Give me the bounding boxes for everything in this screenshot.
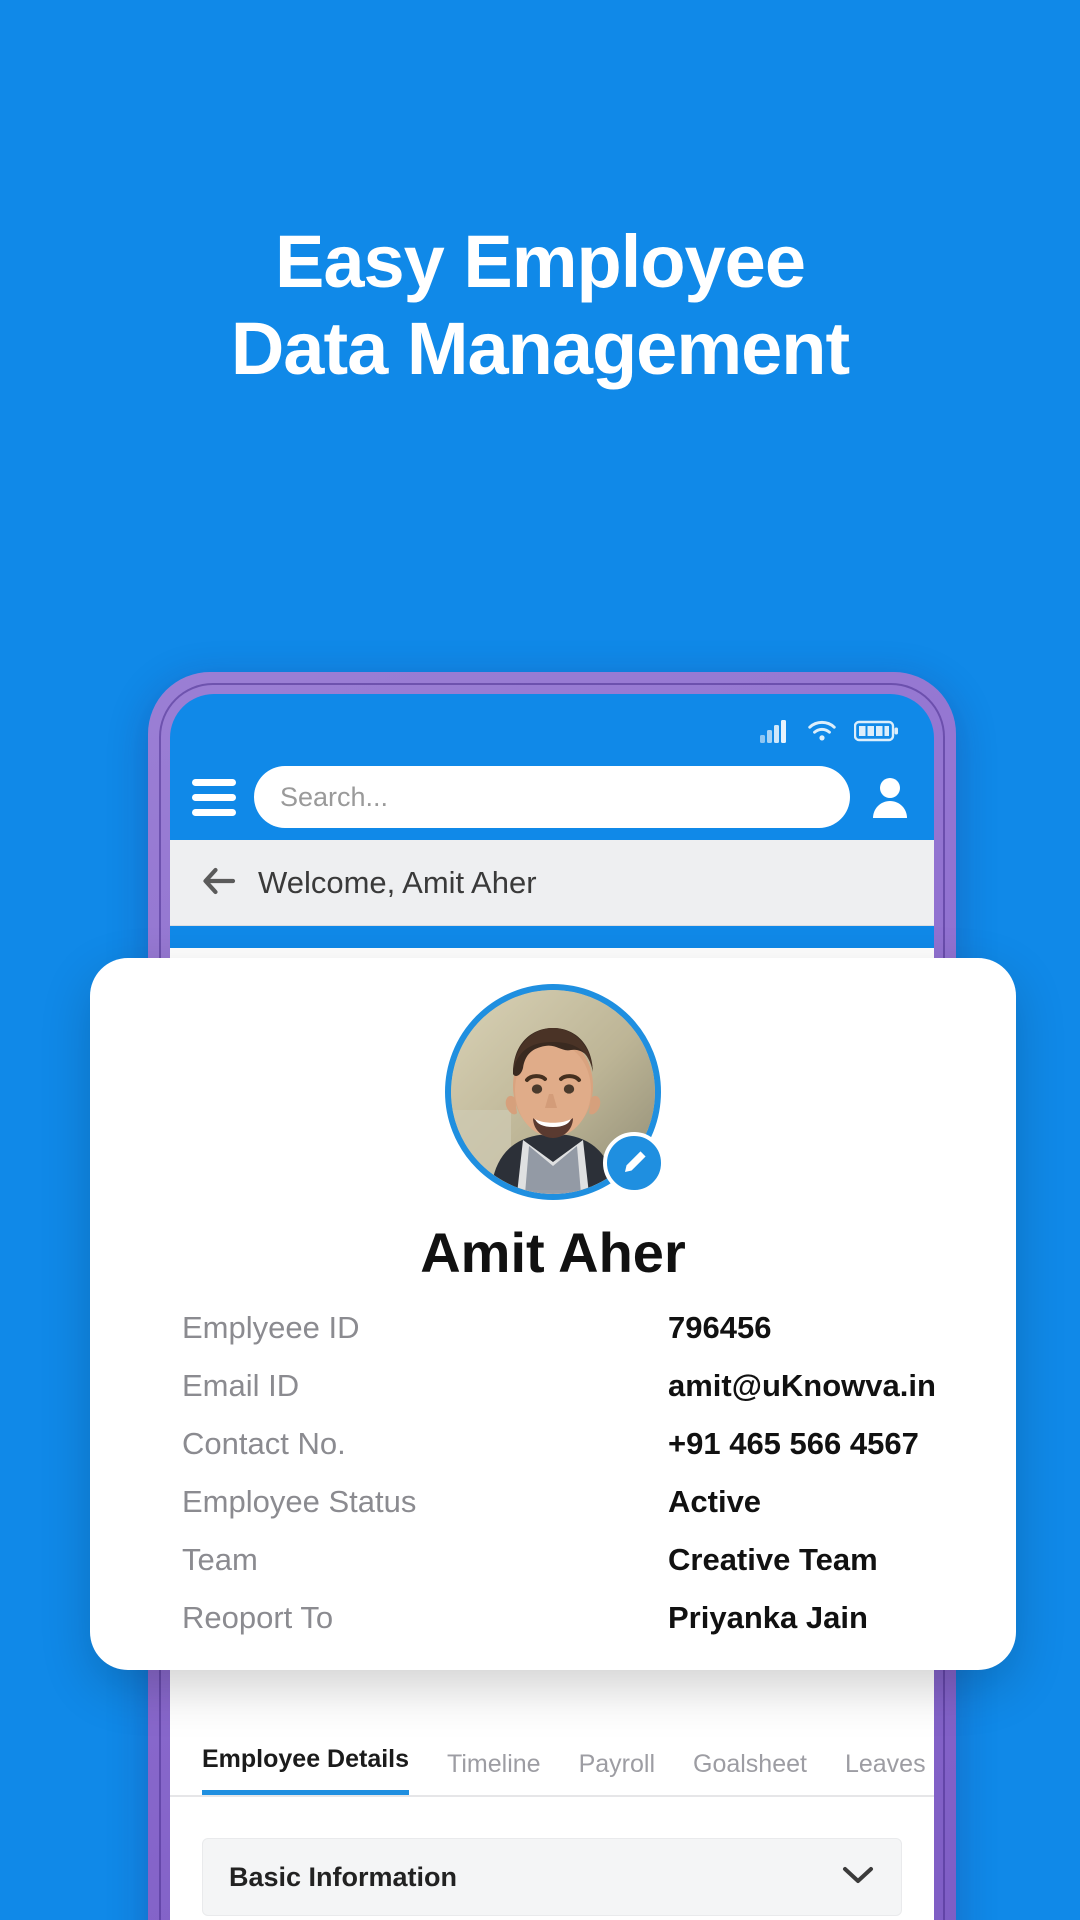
battery-full-icon — [853, 719, 900, 748]
chevron-down-icon — [841, 1864, 875, 1891]
app-bar: Search... — [170, 754, 934, 840]
field-value: amit@uKnowva.in — [668, 1368, 936, 1403]
field-value: 796456 — [668, 1310, 772, 1345]
employee-field-row: Contact No. +91 465 566 4567 — [182, 1426, 956, 1484]
headline-line-1: Easy Employee — [275, 220, 806, 303]
employee-field-row: Employee Status Active — [182, 1484, 956, 1542]
employee-profile-card: Amit Aher Emplyeee ID 796456 Email ID amit@… — [90, 958, 1016, 1670]
accordion-basic-information[interactable]: Basic Information — [202, 1838, 902, 1916]
field-value: +91 465 566 4567 — [668, 1426, 919, 1461]
back-arrow-icon[interactable] — [202, 867, 236, 900]
welcome-bar: Welcome, Amit Aher — [170, 840, 934, 926]
field-label: Reoport To — [182, 1600, 334, 1635]
field-label: Employee Status — [182, 1484, 417, 1519]
search-input[interactable]: Search... — [254, 766, 850, 828]
field-label: Contact No. — [182, 1426, 346, 1461]
field-label: Email ID — [182, 1368, 300, 1403]
employee-field-row: Team Creative Team — [182, 1542, 956, 1600]
wifi-icon — [806, 719, 838, 748]
headline-line-2: Data Management — [230, 307, 850, 391]
search-placeholder: Search... — [280, 781, 389, 812]
page-title: Easy Employee Data Management — [0, 218, 1080, 393]
employee-field-row: Emplyeee ID 796456 — [182, 1310, 956, 1368]
hamburger-menu-icon[interactable] — [192, 778, 236, 816]
field-label: Team — [182, 1542, 258, 1577]
tab-employee-details[interactable]: Employee Details — [202, 1745, 410, 1795]
edit-photo-button[interactable] — [603, 1132, 665, 1194]
employee-field-list: Emplyeee ID 796456 Email ID amit@uKnowva.in… — [182, 1310, 956, 1658]
welcome-text: Welcome, Amit Aher — [258, 865, 537, 900]
field-label: Emplyeee ID — [182, 1310, 360, 1345]
employee-field-row: Email ID amit@uKnowva.in — [182, 1368, 956, 1426]
tab-payroll[interactable]: Payroll — [579, 1750, 655, 1795]
tab-timeline[interactable]: Timeline — [447, 1750, 541, 1795]
status-bar — [170, 694, 934, 754]
employee-name: Amit Aher — [420, 1221, 686, 1284]
field-value: Active — [668, 1484, 762, 1519]
signal-bars-icon — [760, 719, 790, 748]
user-avatar-icon[interactable] — [868, 775, 912, 819]
tab-goalsheet[interactable]: Goalsheet — [693, 1750, 807, 1795]
avatar-wrapper — [445, 984, 665, 1200]
field-value: Priyanka Jain — [668, 1600, 868, 1635]
field-value: Creative Team — [668, 1542, 878, 1577]
employee-field-row: Reoport To Priyanka Jain — [182, 1600, 956, 1658]
tab-leaves[interactable]: Leaves — [845, 1750, 926, 1795]
accordion-title: Basic Information — [229, 1861, 458, 1892]
tab-bar: Employee Details Timeline Payroll Goalsheet… — [170, 1723, 934, 1797]
